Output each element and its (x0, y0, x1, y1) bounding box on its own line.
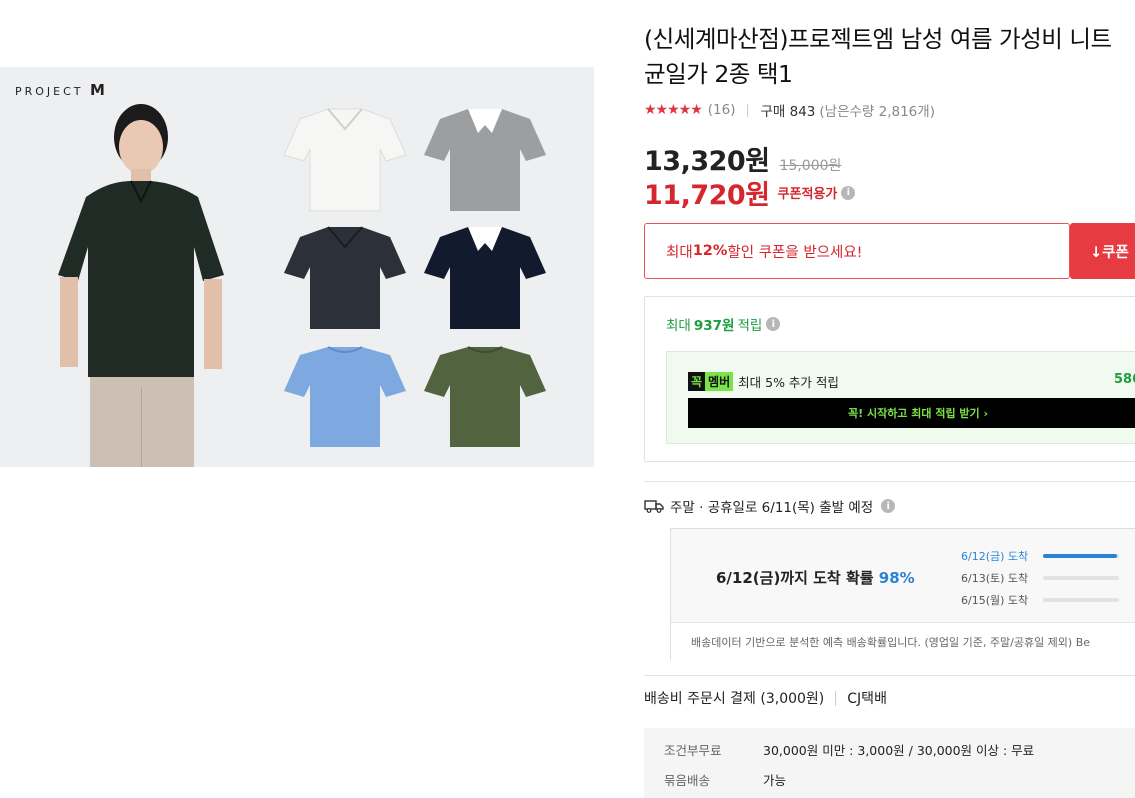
member-description: 최대 5% 추가 적립 (738, 375, 839, 390)
product-main-image[interactable]: PROJECT M (0, 67, 594, 467)
arrival-headline: 6/12(금)까지 도착 확률 98% (716, 569, 915, 587)
shirt-gray[interactable] (420, 105, 550, 215)
shirt-navy[interactable] (420, 223, 550, 333)
arrival-probability-bar (1043, 554, 1119, 558)
shipping-fee-detail: 조건부무료 30,000원 미만 : 3,000원 / 30,000원 이상 :… (644, 728, 1135, 798)
arrival-summary: 6/12(금)까지 도착 확률 98% 6/12(금) 도착96/13(토) 도… (671, 529, 1135, 622)
divider (644, 675, 1135, 676)
truck-icon (644, 500, 664, 513)
arrival-row: 6/15(월) 도착9 (961, 589, 1135, 611)
rating-row: ★★★★★ (16) 구매 843 (남은수량 2,816개) (644, 99, 935, 121)
product-title: (신세계마산점)프로젝트엠 남성 여름 가성비 니트 균일가 2종 택1 (644, 25, 1112, 88)
info-icon[interactable]: i (766, 317, 781, 331)
purchase-count: 구매 843 (760, 104, 816, 120)
shirt-charcoal[interactable] (280, 223, 410, 333)
membership-box: 꼭멤버 최대 5% 추가 적립 586 꼭! 시작하고 최대 적립 받기 › (666, 351, 1135, 444)
coupon-price: 11,720원 (644, 180, 770, 211)
shirt-color-grid (270, 105, 560, 455)
badge-member: 멤버 (705, 372, 734, 391)
arrival-date: 6/13(토) 도착 (961, 572, 1029, 585)
arrival-probability-bar (1043, 576, 1119, 580)
reward-box: 최대 937원 적립 i 꼭멤버 최대 5% 추가 적립 586 꼭! 시작하고… (644, 296, 1135, 462)
shirt-sky-blue[interactable] (280, 341, 410, 451)
membership-start-button[interactable]: 꼭! 시작하고 최대 적립 받기 › (688, 398, 1135, 428)
arrival-row: 6/13(토) 도착9 (961, 567, 1135, 589)
coupon-price-row: 11,720원 쿠폰적용가 i (644, 173, 856, 212)
arrival-date: 6/12(금) 도착 (961, 550, 1029, 563)
membership-badge: 꼭 멤버 최대 5% 추가 적립 (688, 372, 839, 391)
fee-detail-row: 묶음배송 가능 (664, 773, 787, 788)
arrival-probability-box: 6/12(금)까지 도착 확률 98% 6/12(금) 도착96/13(토) 도… (670, 528, 1135, 660)
coupon-banner-suffix: 할인 쿠폰을 받으세요! (727, 244, 863, 261)
coupon-banner-prefix: 최대 (666, 244, 693, 261)
coupon-banner[interactable]: 최대 12% 할인 쿠폰을 받으세요! (644, 223, 1070, 279)
shipping-fee: 배송비 주문시 결제 (3,000원) (644, 691, 825, 707)
fee-detail-row: 조건부무료 30,000원 미만 : 3,000원 / 30,000원 이상 :… (664, 743, 1035, 758)
member-reward-amount: 586 (1114, 372, 1135, 387)
reward-title: 최대 937원 적립 i (666, 314, 781, 334)
reward-amount: 937원 (693, 318, 735, 334)
info-icon[interactable]: i (881, 499, 896, 513)
arrival-probability-bar (1043, 598, 1119, 602)
arrival-distribution: 6/12(금) 도착96/13(토) 도착96/15(월) 도착9 (961, 545, 1135, 611)
coupon-banner-pct: 12% (692, 243, 728, 259)
arrival-note: 배송데이터 기반으로 분석한 예측 배송확률입니다. (영업일 기준, 주말/공… (671, 622, 1135, 660)
model-figure (58, 104, 224, 467)
arrival-date: 6/15(월) 도착 (961, 594, 1029, 607)
divider (747, 103, 749, 117)
badge-kkok: 꼭 (688, 372, 706, 391)
shipping-departure: 주말 · 공휴일로 6/11(목) 출발 예정 i (644, 496, 896, 516)
original-price: 15,000원 (779, 158, 842, 174)
review-count[interactable]: (16) (708, 102, 736, 118)
shirt-white[interactable] (280, 105, 410, 215)
shirt-olive[interactable] (420, 341, 550, 451)
divider (644, 481, 1135, 482)
shipping-carrier: CJ택배 (847, 691, 887, 707)
stock-remaining: (남은수량 2,816개) (819, 104, 935, 120)
divider (835, 690, 837, 706)
coupon-download-button[interactable]: ↓쿠폰 (1070, 223, 1135, 279)
shipping-fee-row: 배송비 주문시 결제 (3,000원) CJ택배 (644, 688, 887, 708)
arrival-percent: 98% (878, 569, 915, 587)
arrival-probability-fill (1043, 554, 1118, 558)
coupon-price-label: 쿠폰적용가 (777, 187, 838, 202)
info-icon[interactable]: i (841, 185, 856, 200)
star-rating-icon[interactable]: ★★★★★ (644, 102, 703, 118)
arrival-row: 6/12(금) 도착9 (961, 545, 1135, 567)
